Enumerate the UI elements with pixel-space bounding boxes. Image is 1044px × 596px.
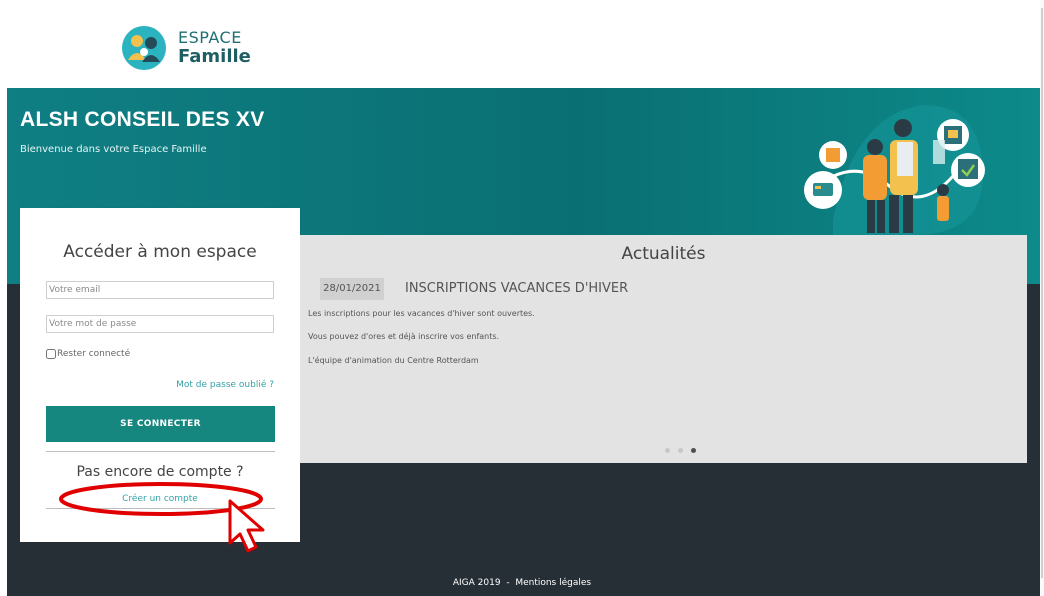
family-logo-icon: [122, 26, 166, 70]
news-line: L'équipe d'animation du Centre Rotterdam: [308, 356, 479, 365]
scrollbar[interactable]: [1040, 0, 1044, 596]
carousel-dot-1[interactable]: [665, 448, 670, 453]
carousel-dots: [665, 448, 696, 453]
remember-checkbox[interactable]: [46, 349, 56, 359]
pointer-cursor-icon: [228, 499, 265, 553]
brand-line-1: ESPACE: [178, 28, 242, 47]
page-title: ALSH CONSEIL DES XV: [20, 108, 265, 131]
legal-notice-link[interactable]: Mentions légales: [515, 578, 591, 588]
password-field[interactable]: [46, 315, 274, 333]
top-bar: ESPACE Famille: [0, 0, 1044, 88]
footer-copyright: AIGA 2019: [452, 578, 501, 588]
scrollbar-thumb[interactable]: [1041, 8, 1043, 578]
news-title: INSCRIPTIONS VACANCES D'HIVER: [405, 281, 629, 296]
carousel-dot-2[interactable]: [678, 448, 683, 453]
login-title: Accéder à mon espace: [63, 242, 257, 262]
brand-line-2: Famille: [178, 46, 251, 67]
brand-logo[interactable]: ESPACE Famille: [122, 26, 254, 74]
news-date: 28/01/2021: [320, 278, 384, 300]
login-button[interactable]: SE CONNECTER: [46, 406, 275, 442]
news-heading: Actualités: [621, 244, 706, 264]
footer: AIGA 2019 - Mentions légales: [0, 578, 1044, 588]
login-panel: Accéder à mon espace Rester connecté Mot…: [20, 208, 300, 553]
news-line: Vous pouvez d'ores et déjà inscrire vos …: [308, 332, 500, 341]
news-panel: Actualités 28/01/2021 INSCRIPTIONS VACAN…: [300, 235, 1027, 463]
page-subtitle: Bienvenue dans votre Espace Famille: [20, 144, 207, 155]
news-line: Les inscriptions pour les vacances d'hiv…: [308, 309, 535, 318]
email-field[interactable]: [46, 281, 274, 299]
family-illustration: [804, 105, 985, 235]
remember-me[interactable]: Rester connecté: [46, 349, 130, 359]
no-account-text: Pas encore de compte ?: [76, 464, 244, 480]
remember-label: Rester connecté: [57, 349, 131, 359]
carousel-dot-3[interactable]: [691, 448, 696, 453]
divider: [46, 451, 275, 452]
forgot-password-link[interactable]: Mot de passe oublié ?: [176, 380, 274, 390]
footer-separator: -: [506, 578, 510, 588]
